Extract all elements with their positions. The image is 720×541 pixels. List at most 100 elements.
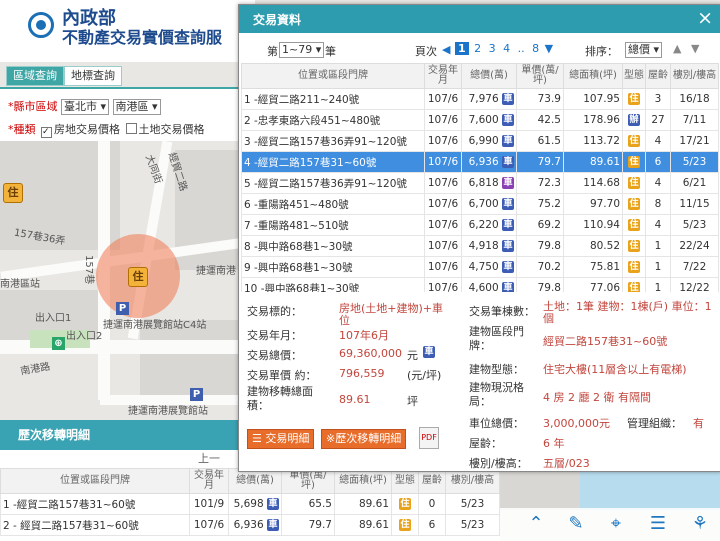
col-type: 型態 (622, 63, 646, 89)
type-badge: 住 (628, 282, 640, 292)
page-2[interactable]: 2 (474, 42, 481, 55)
page-size-select[interactable]: 1~79 ▾ (279, 42, 325, 58)
transaction-row[interactable]: 5 -經貿二路157巷36弄91~120號 107/6 6,818 車 72.3 114… (241, 172, 719, 194)
row-type: 住 (391, 493, 419, 515)
transaction-row[interactable]: 7 -重陽路481~510號 107/6 6,220 車 69.2 110.94 住 4 5/… (241, 214, 719, 236)
row-total: 7,976 車 (461, 88, 517, 110)
house-marker[interactable]: 住 (3, 183, 23, 203)
house-marker[interactable]: 住 (128, 267, 148, 287)
county-select[interactable]: 臺北市 ▾ (61, 99, 110, 115)
tab-area-search[interactable]: 區域查詢 (6, 66, 64, 86)
transaction-row[interactable]: 4 -經貿二路157巷31~60號 107/6 6,936 車 79.7 89.61 住 6… (241, 151, 719, 173)
parking-badge: 車 (267, 519, 279, 531)
row-floor: 7/22 (670, 256, 719, 278)
row-address: 7 -重陽路481~510號 (241, 214, 425, 236)
row-age: 1 (645, 235, 671, 257)
management-label: 管理組織： (627, 417, 682, 430)
row-address: 5 -經貿二路157巷36弄91~120號 (241, 172, 425, 194)
page-8[interactable]: 8 (532, 42, 539, 55)
row-floor: 6/21 (670, 172, 719, 194)
total-label: 交易總價： (247, 349, 302, 362)
unit-price-label: 交易單價 約： (247, 369, 317, 382)
transaction-row[interactable]: 9 -興中路68巷1~30號 107/6 4,750 車 70.2 75.81 住 1 7/2… (241, 256, 719, 278)
sort-select[interactable]: 總價 ▾ (625, 42, 663, 58)
col-total: 總價(萬) (461, 63, 517, 89)
history-button[interactable]: ※歷次移轉明細 (321, 429, 407, 449)
page-1[interactable]: 1 (455, 42, 469, 55)
site-header: 內政部 不動產交易實價查詢服 (0, 0, 255, 62)
layout-label: 建物現況格局： (469, 381, 524, 408)
row-floor: 22/24 (670, 235, 719, 257)
parking-badge: 車 (502, 156, 514, 168)
transaction-row[interactable]: 8 -興中路68巷1~30號 107/6 4,918 車 79.8 80.52 住 1 22/… (241, 235, 719, 257)
sort-asc-icon[interactable]: ▲ (673, 42, 681, 55)
land-price-checkbox[interactable] (125, 123, 137, 134)
page-3[interactable]: 3 (489, 42, 496, 55)
building-type-value: 住宅大樓(11層含以上有電梯) (543, 363, 687, 376)
row-total: 4,750 車 (461, 256, 517, 278)
row-address: 6 -重陽路451~480號 (241, 193, 425, 215)
address-label: 建物區段門牌： (469, 325, 524, 352)
area-label: 建物移轉總面積： (247, 385, 313, 412)
page-size-value: 1~79 (282, 43, 313, 56)
row-area: 114.68 (563, 172, 623, 194)
row-type: 住 (622, 88, 646, 110)
row-total: 6,936 車 (228, 514, 282, 536)
parking-badge: 車 (502, 177, 514, 189)
page-prev-icon[interactable]: ◀ (442, 43, 450, 56)
col-type: 型態 (391, 468, 419, 494)
map-label: 捷運南港展覽館站 (128, 406, 208, 417)
type-badge: 住 (628, 156, 640, 168)
target-label: 交易標的： (247, 305, 302, 318)
transaction-row[interactable]: 3 -經貿二路157巷36弄91~120號 107/6 6,990 車 61.5 113… (241, 130, 719, 152)
row-date: 107/6 (424, 235, 462, 257)
transaction-row[interactable]: 2 -忠孝東路六段451~480號 107/6 7,600 車 42.5 178.96 辦… (241, 109, 719, 131)
district-select[interactable]: 南港區 ▾ (112, 99, 161, 115)
row-floor: 5/23 (670, 151, 719, 173)
transaction-detail: 交易標的： 房地(土地+建物)+車位 交易年月： 107年6月 交易總價： 69… (241, 295, 719, 471)
row-age: 8 (645, 193, 671, 215)
row-age: 1 (645, 256, 671, 278)
type-badge: 住 (628, 177, 640, 189)
parking-badge: 車 (502, 93, 514, 105)
page-next-icon[interactable]: ▼ (545, 42, 553, 55)
row-address: 2 - 經貿二路157巷31~60號 (0, 514, 190, 536)
row-unit-price: 75.2 (516, 193, 564, 215)
parking-badge: 車 (502, 219, 514, 231)
row-total: 4,600 車 (461, 277, 517, 292)
house-price-checkbox[interactable] (41, 127, 52, 138)
filter-panel: *縣市區域 臺北市 ▾ 南港區 ▾ *種類 房地交易價格 土地交易價格 (0, 87, 238, 141)
parking-badge: 車 (502, 135, 514, 147)
transaction-row[interactable]: 10 -興中路68巷1~30號 107/6 4,600 車 79.8 77.06 住 1 12… (241, 277, 719, 292)
list-icon[interactable]: ☰ (646, 512, 670, 536)
date-label: 交易年月： (247, 329, 302, 342)
transaction-detail-button[interactable]: ☰ 交易明細 (247, 429, 315, 449)
draw-icon[interactable]: ✎ (564, 512, 588, 536)
transaction-row[interactable]: 6 -重陽路451~480號 107/6 6,700 車 75.2 97.70 住 8 11/… (241, 193, 719, 215)
map-label: 捷運南港 (196, 266, 236, 277)
row-address: 1 -經貿二路157巷31~60號 (0, 493, 190, 515)
tab-landmark-search[interactable]: 地標查詢 (64, 66, 122, 86)
row-total: 6,818 車 (461, 172, 517, 194)
map-label: 出入口1 (35, 313, 72, 324)
type-badge: 住 (628, 93, 640, 105)
row-date: 107/6 (424, 193, 462, 215)
transaction-row[interactable]: 1 -經貿二路211~240號 107/6 7,976 車 73.9 107.95 住 3 1… (241, 88, 719, 110)
location-icon[interactable]: ⌖ (604, 512, 628, 536)
history-row[interactable]: 2 - 經貿二路157巷31~60號 107/6 6,936 車 79.7 89.61 住… (0, 514, 500, 536)
row-floor: 16/18 (670, 88, 719, 110)
page-size-label: 第 (267, 45, 278, 58)
row-age: 3 (645, 88, 671, 110)
sort-desc-icon[interactable]: ▼ (691, 42, 699, 55)
row-age: 0 (418, 493, 446, 515)
tree-icon[interactable]: ⚘ (688, 512, 712, 536)
row-area: 113.72 (563, 130, 623, 152)
pdf-icon[interactable]: PDF (419, 427, 439, 449)
close-icon[interactable]: × (697, 7, 713, 29)
row-unit-price: 79.8 (516, 277, 564, 292)
page-4[interactable]: 4 (503, 42, 510, 55)
path-icon[interactable]: ⌃ (524, 512, 548, 536)
row-unit-price: 42.5 (516, 109, 564, 131)
history-row[interactable]: 1 -經貿二路157巷31~60號 101/9 5,698 車 65.5 89.61 住 0… (0, 493, 500, 515)
type-badge: 住 (628, 198, 640, 210)
